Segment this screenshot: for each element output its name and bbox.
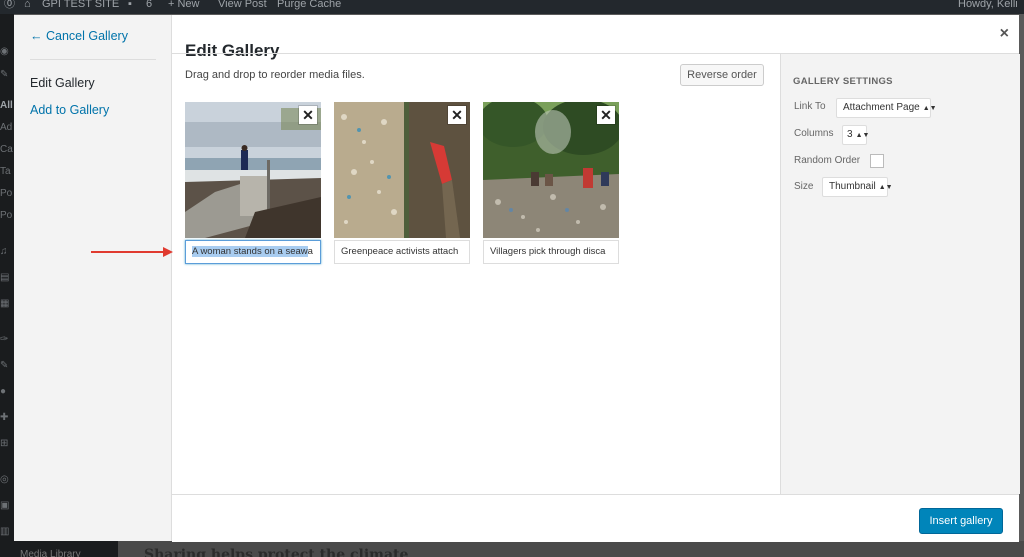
caption-input[interactable]: Villagers pick through disca [483,240,619,264]
gallery-attachment[interactable]: ✕ Villagers pick through disca [483,102,619,264]
admin-bar: ⓪ ⌂ GPI TEST SITE ▪ 6 + New View Post Pu… [0,0,1024,14]
admin-menu-icon: ▥ [0,526,10,537]
post-heading-background: Sharing helps protect the climate [144,547,409,557]
admin-menu-icon: ▣ [0,500,10,511]
admin-menu-icon: ✑ [0,334,9,345]
admin-menu-icon: ▦ [0,298,10,309]
menu-item-add-to-gallery[interactable]: Add to Gallery [30,103,109,117]
select-arrows-icon: ▲▼ [878,184,893,191]
gallery-settings-heading: GALLERY SETTINGS [793,76,893,87]
wordpress-logo-icon[interactable]: ⓪ [4,0,15,10]
admin-menu-item[interactable]: Ta [0,166,11,177]
close-icon[interactable]: × [1000,25,1009,43]
site-name-link[interactable]: GPI TEST SITE [42,0,119,10]
gallery-attachment[interactable]: ✕ A woman stands on a seawa [185,102,321,264]
link-to-label: Link To [794,101,826,112]
media-library-label: Media Library [20,549,81,557]
admin-menu-icon: ✎ [0,69,9,80]
comment-icon: ▪ [128,0,132,10]
modal-title: Edit Gallery [185,41,280,60]
admin-menu-icon: ● [0,386,7,397]
reorder-instructions: Drag and drop to reorder media files. [185,69,365,81]
media-menu: ← Cancel Gallery Edit Gallery Add to Gal… [14,15,172,541]
admin-menu-item[interactable]: Po [0,188,12,199]
admin-menu-icon: ◉ [0,46,9,57]
admin-menu-icon: ♫ [0,246,8,257]
admin-menu-item[interactable]: All [0,100,13,111]
admin-menu-item[interactable]: Ca [0,144,13,155]
admin-menu-icon: ◎ [0,474,9,485]
size-label: Size [794,181,814,192]
random-order-label: Random Order [794,155,861,166]
insert-gallery-button[interactable]: Insert gallery [919,508,1003,534]
link-to-value: Attachment Page [843,102,920,113]
howdy-user-link[interactable]: Howdy, Kelli [958,0,1018,10]
admin-side-menu: ◉ ✎ All Ad Ca Ta Po Po ♫ ▤ ▦ ✑ ✎ ● ✚ ⊞ ◎… [0,14,14,557]
gallery-attachment[interactable]: ✕ Greenpeace activists attach [334,102,470,264]
page-background-strip: Media Library Sharing helps protect the … [14,541,1024,557]
home-icon: ⌂ [24,0,31,10]
view-post-link[interactable]: View Post [218,0,267,10]
caption-selected-text: A woman stands on a seaw [192,246,308,257]
remove-attachment-icon[interactable]: ✕ [597,106,615,124]
new-content-link[interactable]: + New [168,0,200,10]
admin-menu-icon: ✚ [0,412,9,423]
menu-separator [30,59,156,60]
select-arrows-icon: ▲▼ [922,105,937,112]
columns-value: 3 [847,129,853,140]
modal-toolbar: Insert gallery [172,494,1019,542]
remove-attachment-icon[interactable]: ✕ [299,106,317,124]
caption-input[interactable]: Greenpeace activists attach [334,240,470,264]
columns-label: Columns [794,128,834,139]
comments-count[interactable]: 6 [146,0,152,10]
remove-attachment-icon[interactable]: ✕ [448,106,466,124]
size-value: Thumbnail [829,181,876,192]
cancel-gallery-link[interactable]: ← Cancel Gallery [30,29,128,43]
admin-menu-icon: ✎ [0,360,9,371]
link-to-select[interactable]: Attachment Page ▲▼ [836,98,937,118]
media-modal: ← Cancel Gallery Edit Gallery Add to Gal… [14,15,1020,542]
random-order-checkbox[interactable] [870,154,884,168]
reverse-order-button[interactable]: Reverse order [680,64,764,86]
gallery-settings-panel: GALLERY SETTINGS Link To Attachment Page… [780,54,1020,494]
menu-item-edit-gallery[interactable]: Edit Gallery [30,76,95,90]
select-arrows-icon: ▲▼ [855,132,870,139]
annotation-arrow-icon [91,247,173,257]
size-select[interactable]: Thumbnail ▲▼ [822,177,893,197]
admin-menu-icon: ▤ [0,272,10,283]
caption-text: a [307,246,313,257]
admin-menu-icon: ⊞ [0,438,9,449]
purge-cache-link[interactable]: Purge Cache [277,0,341,10]
admin-menu-item[interactable]: Ad [0,122,12,133]
caption-input[interactable]: A woman stands on a seawa [185,240,321,264]
columns-select[interactable]: 3 ▲▼ [842,125,870,145]
admin-menu-item[interactable]: Po [0,210,12,221]
